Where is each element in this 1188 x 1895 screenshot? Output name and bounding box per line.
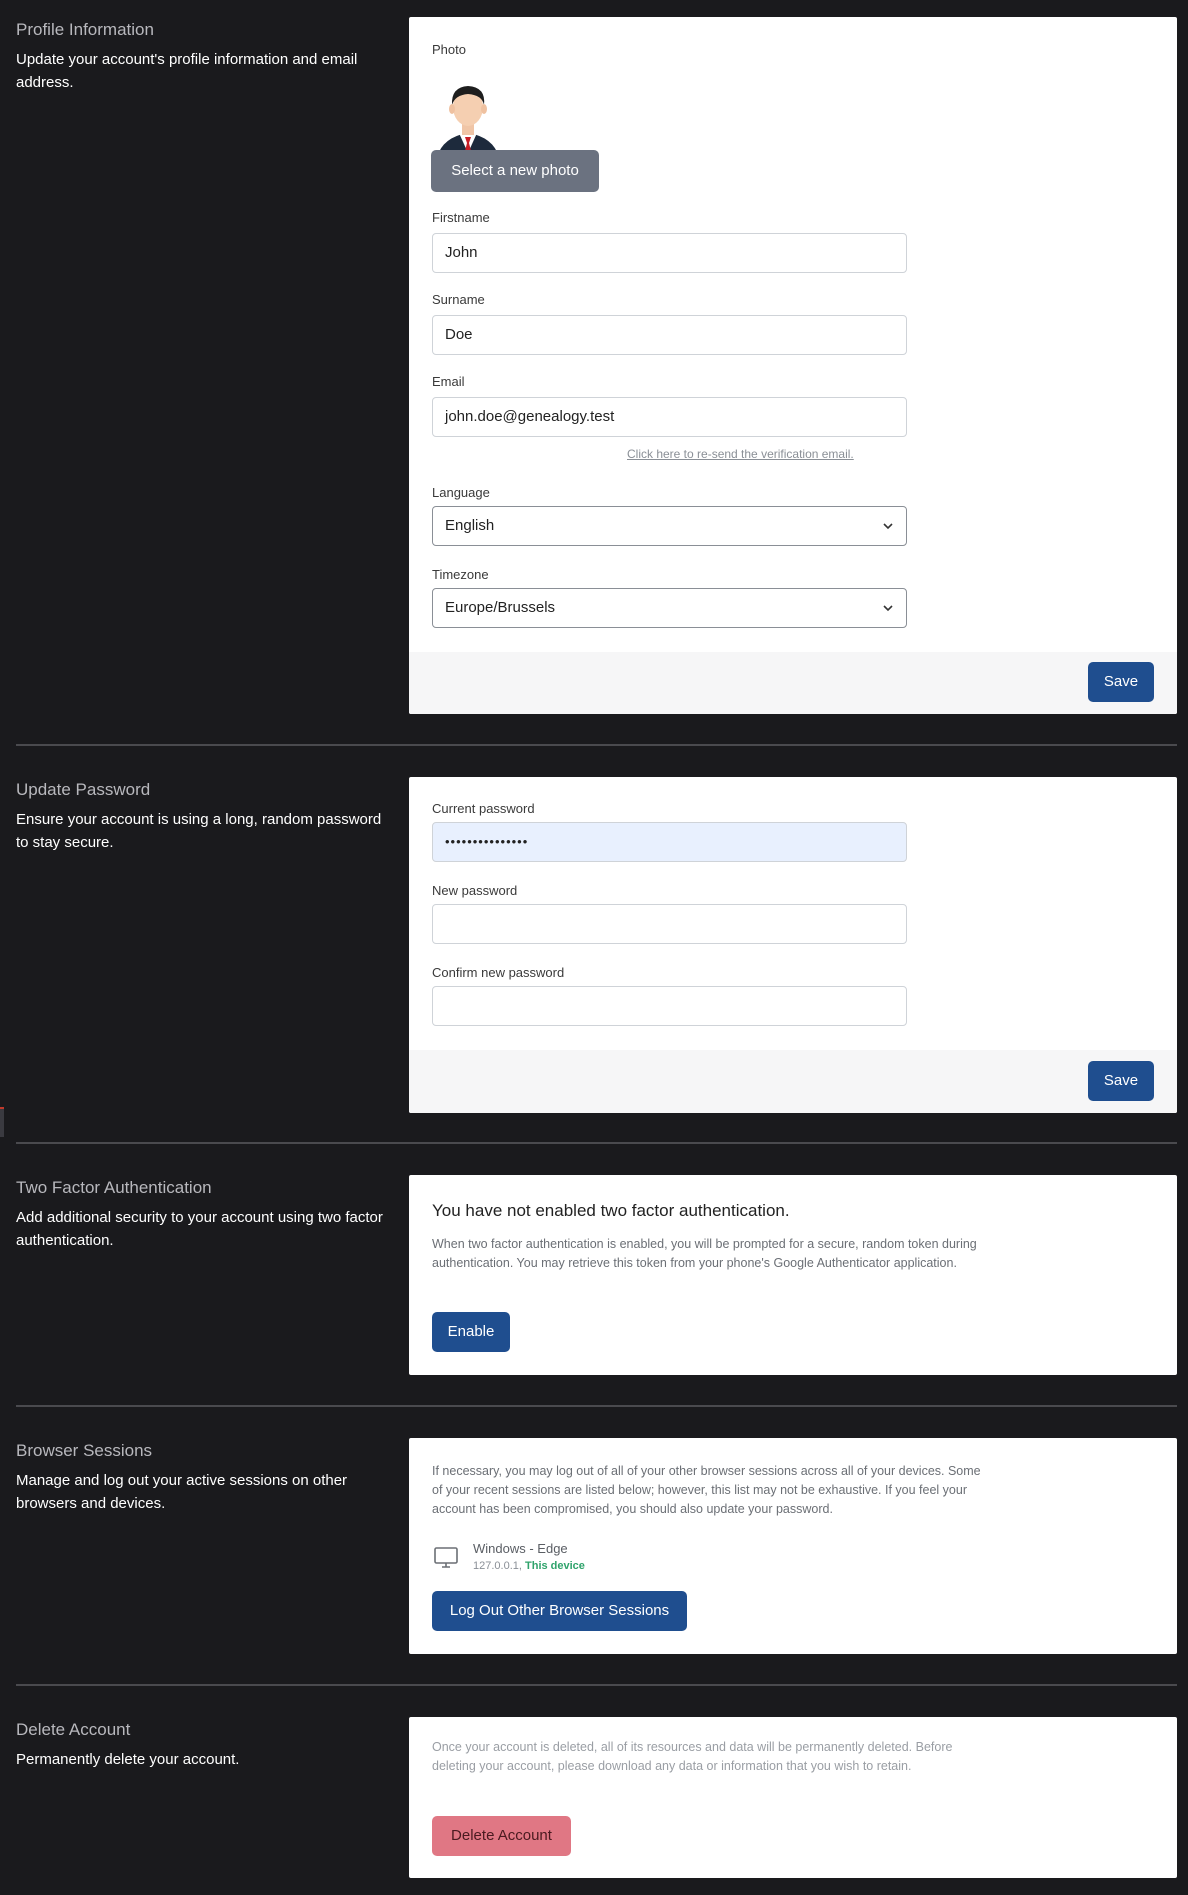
session-current-badge: This device	[525, 1560, 585, 1572]
session-meta: 127.0.0.1, This device	[473, 1560, 585, 1572]
timezone-select[interactable]: Europe/Brussels	[432, 588, 907, 628]
language-select[interactable]: English	[432, 506, 907, 546]
select-photo-button[interactable]: Select a new photo	[431, 150, 599, 192]
avatar	[433, 67, 503, 162]
two-factor-section-header: Two Factor Authentication Add additional…	[16, 1178, 396, 1252]
delete-title: Delete Account	[16, 1720, 131, 1739]
two-factor-description: Add additional security to your account …	[16, 1209, 383, 1249]
delete-info: Once your account is deleted, all of its…	[432, 1740, 953, 1773]
password-title: Update Password	[16, 780, 151, 799]
language-value: English	[445, 517, 495, 534]
two-factor-title: Two Factor Authentication	[16, 1178, 212, 1197]
timezone-value: Europe/Brussels	[445, 599, 556, 616]
confirm-password-input[interactable]	[432, 986, 907, 1026]
confirm-password-label: Confirm new password	[432, 965, 565, 980]
delete-card: Once your account is deleted, all of its…	[409, 1717, 1177, 1878]
section-divider	[16, 1684, 1177, 1686]
profile-card-footer: Save	[409, 652, 1177, 714]
session-device-name: Windows - Edge	[473, 1541, 568, 1556]
current-password-label: Current password	[432, 801, 535, 816]
sessions-section-header: Browser Sessions Manage and log out your…	[16, 1441, 396, 1515]
language-label: Language	[432, 485, 490, 500]
password-card-footer: Save	[409, 1050, 1177, 1113]
profile-card: Photo Select a new photo Firstname John …	[409, 17, 1177, 714]
resend-verification-link[interactable]: Click here to re-send the verification e…	[627, 447, 854, 461]
password-save-button[interactable]: Save	[1088, 1061, 1154, 1101]
delete-section-header: Delete Account Permanently delete your a…	[16, 1720, 396, 1771]
section-divider	[16, 744, 1177, 746]
two-factor-status-heading: You have not enabled two factor authenti…	[432, 1201, 790, 1220]
profile-section-header: Profile Information Update your account'…	[16, 20, 396, 94]
chevron-down-icon	[883, 523, 893, 530]
session-ip: 127.0.0.1,	[473, 1560, 522, 1572]
new-password-label: New password	[432, 883, 518, 898]
delete-account-button[interactable]: Delete Account	[432, 1816, 571, 1856]
desktop-icon	[434, 1547, 458, 1568]
surname-input[interactable]: Doe	[432, 315, 907, 355]
timezone-label: Timezone	[432, 567, 489, 582]
sessions-card: If necessary, you may log out of all of …	[409, 1438, 1177, 1654]
section-divider	[16, 1405, 1177, 1407]
surname-label: Surname	[432, 292, 485, 307]
session-item: Windows - Edge 127.0.0.1, This device	[432, 1538, 832, 1578]
new-password-input[interactable]	[432, 904, 907, 944]
logout-other-sessions-button[interactable]: Log Out Other Browser Sessions	[432, 1591, 687, 1631]
email-label: Email	[432, 374, 465, 389]
firstname-label: Firstname	[432, 210, 490, 225]
current-password-input[interactable]: •••••••••••••••	[432, 822, 907, 862]
photo-label: Photo	[432, 42, 466, 57]
two-factor-info: When two factor authentication is enable…	[432, 1237, 977, 1270]
profile-description: Update your account's profile informatio…	[16, 51, 358, 91]
sessions-title: Browser Sessions	[16, 1441, 153, 1460]
profile-save-button[interactable]: Save	[1088, 662, 1154, 702]
chevron-down-icon	[883, 605, 893, 612]
firstname-input[interactable]: John	[432, 233, 907, 273]
sessions-info: If necessary, you may log out of all of …	[432, 1464, 981, 1516]
email-input[interactable]: john.doe@genealogy.test	[432, 397, 907, 437]
profile-title: Profile Information	[16, 20, 154, 39]
section-divider	[16, 1142, 1177, 1144]
password-card: Current password ••••••••••••••• New pas…	[409, 777, 1177, 1113]
sessions-description: Manage and log out your active sessions …	[16, 1472, 348, 1512]
password-section-header: Update Password Ensure your account is u…	[16, 780, 396, 854]
left-edge-marker	[0, 1107, 4, 1137]
two-factor-card: You have not enabled two factor authenti…	[409, 1175, 1177, 1375]
enable-2fa-button[interactable]: Enable	[432, 1312, 510, 1352]
password-description: Ensure your account is using a long, ran…	[16, 811, 382, 851]
delete-description: Permanently delete your account.	[16, 1751, 240, 1768]
